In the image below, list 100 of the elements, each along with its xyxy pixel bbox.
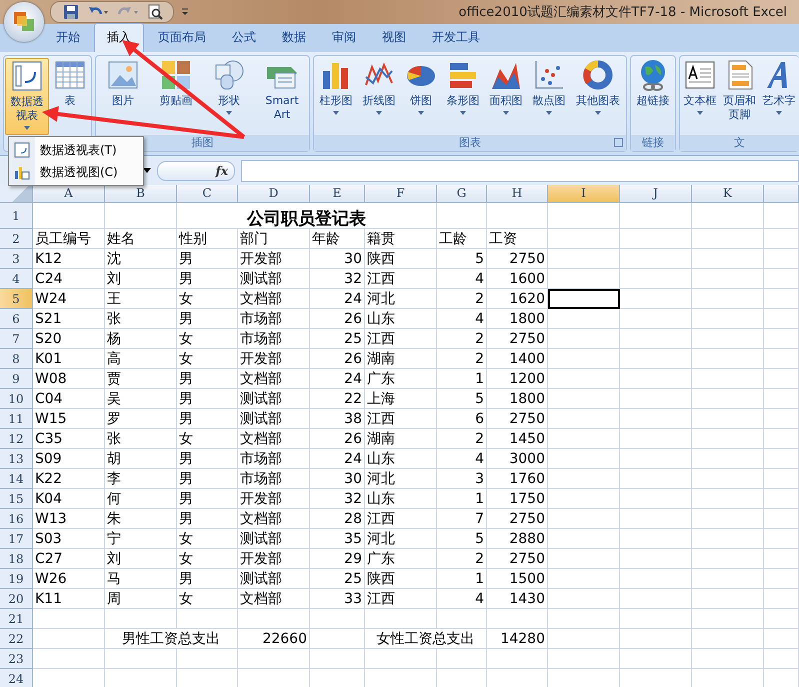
row-header[interactable]: 1 bbox=[0, 203, 33, 229]
ribbon-tab[interactable]: 公式 bbox=[220, 24, 268, 52]
column-header[interactable]: B bbox=[105, 185, 177, 203]
empty-cell[interactable] bbox=[764, 329, 799, 349]
empty-cell[interactable] bbox=[764, 289, 799, 309]
row-header[interactable]: 21 bbox=[0, 609, 33, 629]
empty-cell[interactable] bbox=[548, 429, 620, 449]
empty-cell[interactable] bbox=[487, 609, 548, 629]
row-header[interactable]: 24 bbox=[0, 669, 33, 687]
empty-cell[interactable] bbox=[620, 249, 692, 269]
row-header[interactable]: 23 bbox=[0, 649, 33, 669]
empty-cell[interactable] bbox=[620, 609, 692, 629]
empty-cell[interactable] bbox=[548, 449, 620, 469]
empty-cell[interactable] bbox=[764, 409, 799, 429]
empty-cell[interactable] bbox=[238, 609, 310, 629]
empty-cell[interactable] bbox=[548, 409, 620, 429]
empty-cell[interactable] bbox=[310, 609, 365, 629]
empty-cell[interactable] bbox=[548, 509, 620, 529]
empty-cell[interactable] bbox=[548, 249, 620, 269]
row-header[interactable]: 17 bbox=[0, 529, 33, 549]
empty-cell[interactable] bbox=[764, 269, 799, 289]
empty-cell[interactable] bbox=[764, 549, 799, 569]
ribbon-button[interactable]: 柱形图 bbox=[315, 58, 357, 135]
row-header[interactable]: 8 bbox=[0, 349, 33, 369]
row-header[interactable]: 14 bbox=[0, 469, 33, 489]
formula-input[interactable] bbox=[241, 160, 799, 182]
ribbon-button[interactable]: 超链接 bbox=[632, 58, 674, 135]
empty-cell[interactable] bbox=[692, 629, 764, 649]
empty-cell[interactable] bbox=[620, 569, 692, 589]
empty-cell[interactable] bbox=[548, 389, 620, 409]
empty-cell[interactable] bbox=[692, 389, 764, 409]
empty-cell[interactable] bbox=[548, 369, 620, 389]
empty-cell[interactable] bbox=[692, 609, 764, 629]
row-header[interactable]: 22 bbox=[0, 629, 33, 649]
column-header[interactable]: E bbox=[310, 185, 365, 203]
row-header[interactable]: 20 bbox=[0, 589, 33, 609]
empty-cell[interactable] bbox=[437, 609, 487, 629]
row-header[interactable]: 12 bbox=[0, 429, 33, 449]
empty-cell[interactable] bbox=[764, 249, 799, 269]
empty-cell[interactable] bbox=[310, 649, 365, 669]
empty-cell[interactable] bbox=[692, 249, 764, 269]
row-header[interactable]: 15 bbox=[0, 489, 33, 509]
empty-cell[interactable] bbox=[548, 329, 620, 349]
empty-cell[interactable] bbox=[692, 589, 764, 609]
row-header[interactable]: 2 bbox=[0, 229, 33, 249]
empty-cell[interactable] bbox=[310, 629, 365, 649]
ribbon-tab[interactable]: 数据 bbox=[270, 24, 318, 52]
empty-cell[interactable] bbox=[620, 389, 692, 409]
column-header[interactable]: K bbox=[692, 185, 764, 203]
empty-cell[interactable] bbox=[692, 349, 764, 369]
row-header[interactable]: 9 bbox=[0, 369, 33, 389]
row-header[interactable]: 18 bbox=[0, 549, 33, 569]
function-button[interactable]: fx bbox=[157, 160, 235, 180]
empty-cell[interactable] bbox=[620, 203, 692, 229]
empty-cell[interactable] bbox=[764, 449, 799, 469]
empty-cell[interactable] bbox=[764, 569, 799, 589]
ribbon-tab[interactable]: 开发工具 bbox=[420, 24, 492, 52]
empty-cell[interactable] bbox=[548, 349, 620, 369]
active-cell[interactable] bbox=[548, 289, 620, 309]
ribbon-tab[interactable]: 开始 bbox=[44, 24, 92, 52]
empty-cell[interactable] bbox=[620, 549, 692, 569]
row-header[interactable]: 5 bbox=[0, 289, 33, 309]
empty-cell[interactable] bbox=[548, 609, 620, 629]
empty-cell[interactable] bbox=[548, 529, 620, 549]
empty-cell[interactable] bbox=[620, 489, 692, 509]
empty-cell[interactable] bbox=[692, 229, 764, 249]
empty-cell[interactable] bbox=[692, 469, 764, 489]
empty-cell[interactable] bbox=[764, 389, 799, 409]
column-header[interactable]: J bbox=[620, 185, 692, 203]
ribbon-tab[interactable]: 视图 bbox=[370, 24, 418, 52]
empty-cell[interactable] bbox=[437, 649, 487, 669]
empty-cell[interactable] bbox=[764, 609, 799, 629]
empty-cell[interactable] bbox=[692, 529, 764, 549]
empty-cell[interactable] bbox=[105, 203, 177, 229]
empty-cell[interactable] bbox=[692, 369, 764, 389]
empty-cell[interactable] bbox=[487, 649, 548, 669]
ribbon-tab[interactable]: 插入 bbox=[94, 23, 144, 52]
empty-cell[interactable] bbox=[692, 289, 764, 309]
ribbon-button[interactable]: 条形图 bbox=[442, 58, 484, 135]
row-header[interactable]: 4 bbox=[0, 269, 33, 289]
ribbon-button[interactable]: 饼图 bbox=[401, 58, 441, 135]
row-header[interactable]: 6 bbox=[0, 309, 33, 329]
ribbon-button[interactable]: 页眉和页脚 bbox=[720, 58, 760, 135]
empty-cell[interactable] bbox=[620, 269, 692, 289]
empty-cell[interactable] bbox=[692, 489, 764, 509]
empty-cell[interactable] bbox=[548, 309, 620, 329]
empty-cell[interactable] bbox=[620, 309, 692, 329]
dialog-launcher-icon[interactable] bbox=[614, 138, 623, 147]
empty-cell[interactable] bbox=[105, 609, 177, 629]
empty-cell[interactable] bbox=[620, 509, 692, 529]
column-header[interactable]: G bbox=[437, 185, 487, 203]
empty-cell[interactable] bbox=[764, 629, 799, 649]
empty-cell[interactable] bbox=[692, 309, 764, 329]
empty-cell[interactable] bbox=[548, 229, 620, 249]
empty-cell[interactable] bbox=[365, 649, 437, 669]
empty-cell[interactable] bbox=[548, 269, 620, 289]
ribbon-button[interactable]: 艺术字 bbox=[760, 58, 798, 135]
empty-cell[interactable] bbox=[620, 469, 692, 489]
empty-cell[interactable] bbox=[177, 649, 238, 669]
row-header[interactable]: 13 bbox=[0, 449, 33, 469]
